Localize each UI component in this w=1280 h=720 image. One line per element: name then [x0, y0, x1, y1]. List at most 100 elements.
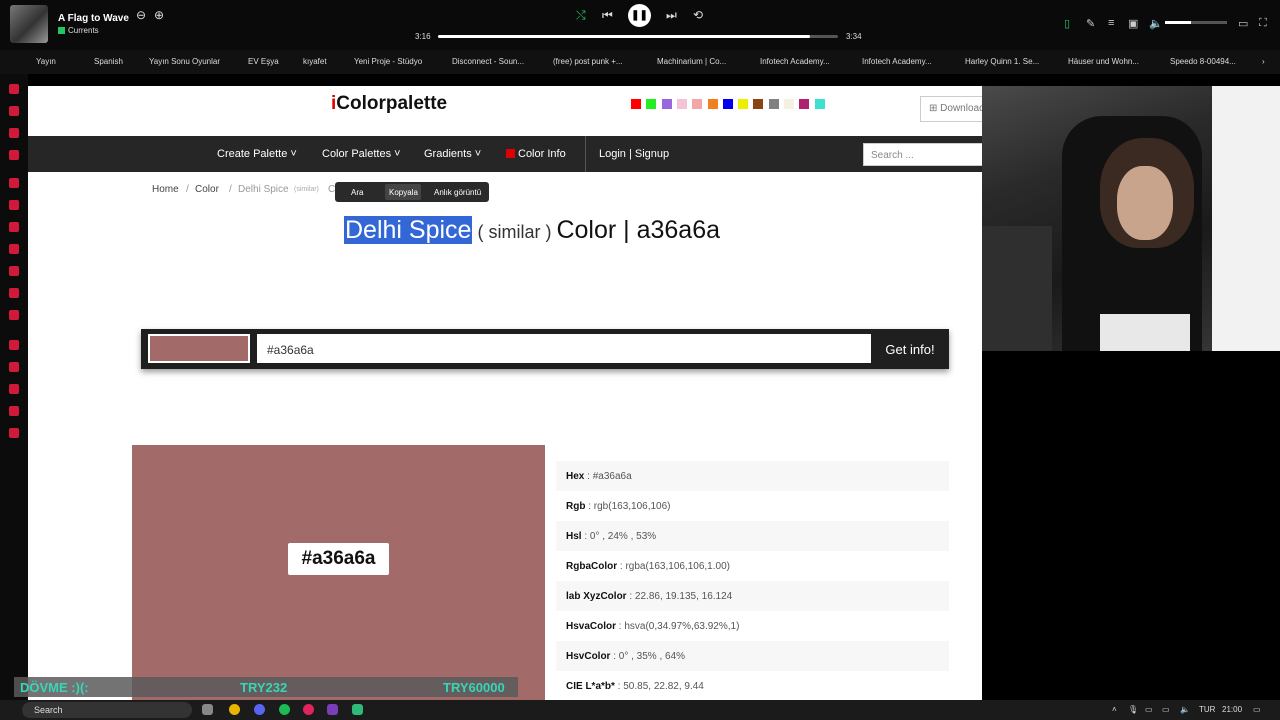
- chrome-icon[interactable]: [229, 704, 240, 715]
- chevron-right-icon[interactable]: ›: [1262, 57, 1265, 66]
- mic-icon[interactable]: 🎙: [1128, 705, 1138, 714]
- bookmark-item[interactable]: Machinarium | Co...: [657, 57, 726, 66]
- sidebar-app-icon[interactable]: [9, 406, 19, 416]
- download-button[interactable]: ⊞ Download: [920, 96, 982, 122]
- taskbar-search[interactable]: Search: [22, 702, 192, 718]
- language-indicator[interactable]: TUR: [1199, 705, 1215, 714]
- device-icon[interactable]: ▯: [1064, 17, 1070, 30]
- repeat-icon[interactable]: ⟲: [693, 8, 703, 22]
- sidebar-app-icon[interactable]: [9, 200, 19, 210]
- site-logo[interactable]: iColorpalette: [331, 93, 447, 115]
- notifications-icon[interactable]: ▭: [1253, 705, 1261, 714]
- window-icon[interactable]: ▣: [1128, 17, 1138, 30]
- speaker-icon[interactable]: 🔈: [1180, 705, 1190, 714]
- bookmark-item[interactable]: Infotech Academy...: [760, 57, 830, 66]
- shuffle-icon[interactable]: ⤭: [576, 8, 586, 23]
- sidebar-app-icon[interactable]: [9, 178, 19, 188]
- clock[interactable]: 21:00: [1222, 705, 1242, 714]
- bookmark-item[interactable]: Häuser und Wohn...: [1068, 57, 1139, 66]
- bookmark-item[interactable]: EV Eşya: [248, 57, 279, 66]
- volume-slider[interactable]: [1165, 21, 1227, 24]
- previous-icon[interactable]: ⏮: [602, 8, 613, 23]
- bookmarks-bar: Yayın Spanish Yayın Sonu Oyunlar EV Eşya…: [0, 50, 1280, 74]
- breadcrumb-separator: /: [186, 184, 189, 195]
- queue-icon[interactable]: ≡: [1108, 17, 1114, 29]
- app-icon[interactable]: [303, 704, 314, 715]
- app-icon[interactable]: [327, 704, 338, 715]
- pause-button[interactable]: ❚❚: [628, 4, 651, 27]
- bookmark-item[interactable]: Speedo 8-00494...: [1170, 57, 1236, 66]
- color-swatch[interactable]: [692, 99, 703, 109]
- sidebar-app-icon[interactable]: [9, 384, 19, 394]
- miniplayer-icon[interactable]: ▭: [1238, 17, 1248, 30]
- hex-input[interactable]: #a36a6a: [257, 334, 871, 363]
- tray-app-icon[interactable]: ▭: [1145, 705, 1153, 714]
- nav-color-info[interactable]: Color Info: [506, 148, 566, 160]
- color-swatch[interactable]: [707, 99, 718, 109]
- nav-login[interactable]: Login | Signup: [599, 148, 669, 160]
- sidebar-app-icon[interactable]: [9, 266, 19, 276]
- app-icon[interactable]: [352, 704, 363, 715]
- info-row: HsvaColor : hsva(0,34.97%,63.92%,1): [566, 621, 740, 632]
- nav-color-palettes[interactable]: Color Palettes ˅: [322, 148, 401, 160]
- tray-chevron-icon[interactable]: ˄: [1112, 705, 1117, 714]
- color-swatch[interactable]: [722, 99, 733, 109]
- menu-search[interactable]: Ara: [351, 188, 363, 197]
- volume-icon[interactable]: 🔈: [1149, 17, 1163, 30]
- fullscreen-icon[interactable]: ⛶: [1259, 17, 1267, 30]
- bookmark-item[interactable]: Harley Quinn 1. Se...: [965, 57, 1039, 66]
- color-swatch[interactable]: [676, 99, 687, 109]
- search-input[interactable]: Search ...: [863, 143, 982, 166]
- discord-icon[interactable]: [254, 704, 265, 715]
- next-icon[interactable]: ⏭: [666, 8, 677, 23]
- bookmark-item[interactable]: Yayın: [36, 57, 56, 66]
- nav-gradients[interactable]: Gradients ˅: [424, 148, 481, 160]
- color-swatch[interactable]: [631, 99, 641, 109]
- bookmark-item[interactable]: Infotech Academy...: [862, 57, 932, 66]
- donation-goal-bar: DÖVME :)(: TRY232 TRY60000: [14, 677, 518, 697]
- nav-create-palette[interactable]: Create Palette ˅: [217, 148, 297, 160]
- pencil-icon[interactable]: ✎: [1086, 17, 1095, 30]
- task-view-icon[interactable]: [202, 704, 213, 715]
- color-input-bar: #a36a6a Get info!: [141, 329, 949, 369]
- color-name-selected[interactable]: Delhi Spice: [344, 216, 473, 244]
- color-swatch[interactable]: [768, 99, 779, 109]
- color-preview-swatch[interactable]: [148, 334, 250, 363]
- sidebar-app-icon[interactable]: [9, 428, 19, 438]
- sidebar-app-icon[interactable]: [9, 244, 19, 254]
- bookmark-item[interactable]: Yayın Sonu Oyunlar: [149, 57, 220, 66]
- breadcrumb-home[interactable]: Home: [152, 184, 179, 195]
- menu-copy[interactable]: Kopyala: [389, 188, 418, 197]
- title-rest: Color | a36a6a: [556, 216, 721, 244]
- sidebar-app-icon[interactable]: [9, 106, 19, 116]
- sidebar-app-icon[interactable]: [9, 84, 19, 94]
- menu-screenshot[interactable]: Anlık görüntü: [434, 188, 481, 197]
- sidebar-app-icon[interactable]: [9, 362, 19, 372]
- bookmark-item[interactable]: Yeni Proje - Stüdyo: [354, 57, 422, 66]
- color-swatch[interactable]: [799, 99, 810, 109]
- color-swatch[interactable]: [738, 99, 749, 109]
- plus-icon[interactable]: ⊕: [154, 8, 164, 22]
- sidebar-app-icon[interactable]: [9, 340, 19, 350]
- red-square-icon: [506, 149, 515, 158]
- sidebar-app-icon[interactable]: [9, 128, 19, 138]
- color-swatch[interactable]: [646, 99, 657, 109]
- color-swatch[interactable]: [661, 99, 672, 109]
- spotify-taskbar-icon[interactable]: [279, 704, 290, 715]
- color-swatch[interactable]: [753, 99, 764, 109]
- network-icon[interactable]: ▭: [1162, 705, 1170, 714]
- bookmark-item[interactable]: kıyafet: [303, 57, 327, 66]
- minus-icon[interactable]: ⊖: [136, 8, 146, 22]
- progress-bar[interactable]: [438, 35, 838, 38]
- breadcrumb-color[interactable]: Color: [195, 184, 219, 195]
- sidebar-app-icon[interactable]: [9, 310, 19, 320]
- bookmark-item[interactable]: Spanish: [94, 57, 123, 66]
- get-info-button[interactable]: Get info!: [875, 334, 945, 363]
- sidebar-app-icon[interactable]: [9, 150, 19, 160]
- sidebar-app-icon[interactable]: [9, 222, 19, 232]
- color-swatch[interactable]: [784, 99, 794, 109]
- sidebar-app-icon[interactable]: [9, 288, 19, 298]
- bookmark-item[interactable]: Disconnect - Soun...: [452, 57, 524, 66]
- color-swatch[interactable]: [814, 99, 825, 109]
- bookmark-item[interactable]: (free) post punk +...: [553, 57, 623, 66]
